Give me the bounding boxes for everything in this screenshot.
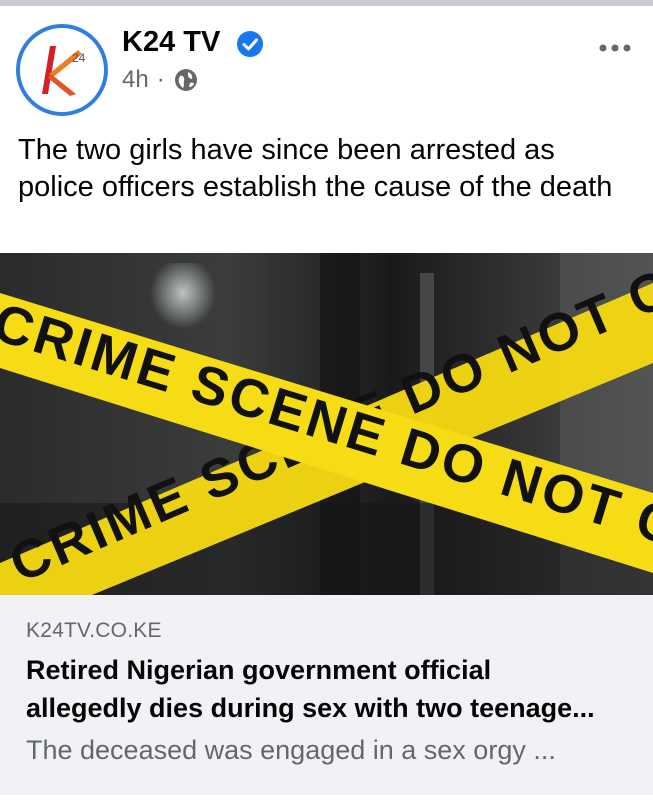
logo-sub-text: 24 [72, 51, 86, 65]
page-avatar[interactable]: 24 [16, 24, 108, 116]
more-options-icon[interactable] [597, 42, 633, 54]
post-timestamp[interactable]: 4h [122, 66, 149, 94]
link-domain: K24TV.CO.KE [26, 619, 162, 642]
link-preview-image[interactable]: CRIME SCENE DO NOT CR CRIME SCENE DO NOT… [0, 253, 653, 595]
post-header: 24 K24 TV 4h · [0, 6, 653, 116]
link-preview-card[interactable]: K24TV.CO.KE Retired Nigerian government … [0, 595, 653, 795]
k24-logo-icon: 24 [20, 28, 104, 112]
post-footer-edge [0, 795, 653, 805]
page-name[interactable]: K24 TV [122, 26, 220, 59]
link-description: The deceased was engaged in a sex orgy .… [26, 735, 556, 765]
crime-scene-tape-image: CRIME SCENE DO NOT CR CRIME SCENE DO NOT… [0, 253, 653, 595]
link-headline-line-1: Retired Nigerian government official [26, 655, 492, 685]
link-headline[interactable]: Retired Nigerian government official all… [26, 651, 631, 727]
post-caption: The two girls have since been arrested a… [18, 134, 613, 203]
meta-separator: · [156, 66, 165, 93]
post-meta: 4h · [122, 66, 199, 94]
verified-badge-icon [237, 31, 263, 57]
globe-icon[interactable] [173, 67, 199, 93]
link-headline-line-2: allegedly dies during sex with two teena… [26, 693, 595, 723]
